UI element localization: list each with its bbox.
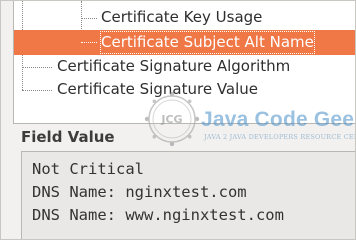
tree-connector	[22, 67, 52, 68]
field-value-text-area[interactable]: Not Critical DNS Name: nginxtest.com DNS…	[21, 151, 355, 239]
tree-item-label: Certificate Signature Algorithm	[57, 57, 291, 75]
tree-item-key-usage[interactable]: Certificate Key Usage	[14, 5, 355, 30]
tree-connector	[22, 90, 52, 91]
certificate-fields-tree[interactable]: Certificate Key Usage Certificate Subjec…	[13, 1, 355, 124]
tree-item-signature-value[interactable]: Certificate Signature Value	[14, 77, 355, 102]
tree-item-label: Certificate Key Usage	[101, 8, 263, 26]
tree-item-signature-algorithm[interactable]: Certificate Signature Algorithm	[14, 54, 355, 79]
field-value-line: Not Critical	[32, 160, 144, 178]
tree-connector	[81, 18, 97, 19]
tree-item-label: Certificate Subject Alt Name	[99, 30, 316, 55]
field-value-line: DNS Name: www.nginxtest.com	[32, 206, 284, 224]
field-value-heading: Field Value	[21, 128, 115, 146]
tree-item-subject-alt-name[interactable]: Certificate Subject Alt Name	[14, 30, 355, 55]
tree-connector	[81, 42, 97, 43]
field-value-line: DNS Name: nginxtest.com	[32, 183, 247, 201]
watermark-tagline: JAVA 2 JAVA DEVELOPERS RESOURCE CENTER	[204, 133, 355, 141]
certificate-viewer-window: Certificate Key Usage Certificate Subjec…	[0, 0, 356, 240]
tree-item-label: Certificate Signature Value	[57, 80, 259, 98]
